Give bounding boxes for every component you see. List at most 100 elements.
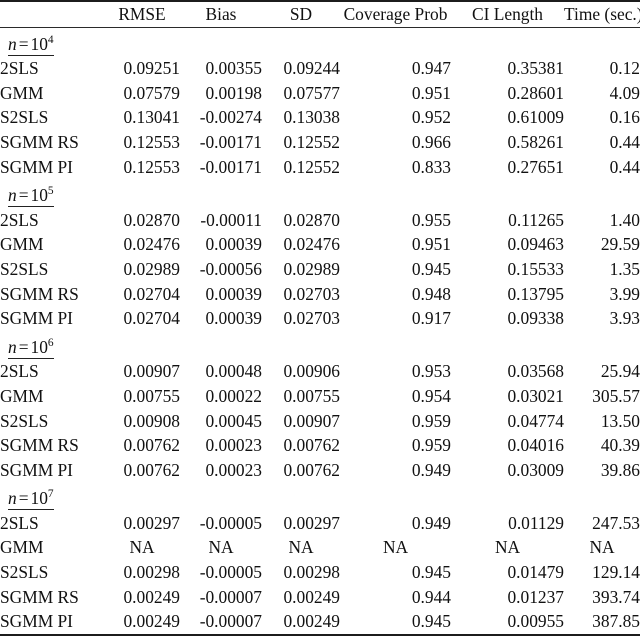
table-row: SGMM PI 0.02704 0.00039 0.02703 0.917 0.09338… <box>0 306 640 331</box>
cell-cov: 0.945 <box>411 611 451 632</box>
cell-cov: 0.947 <box>411 58 451 79</box>
cell-cov: 0.959 <box>411 410 451 431</box>
column-header-method <box>0 2 104 27</box>
cell-sd: 0.00762 <box>283 435 340 456</box>
column-header-coverage-prob: Coverage Prob <box>343 4 448 24</box>
table-row: 2SLS 0.09251 0.00355 0.09244 0.947 0.35381 0.1… <box>0 56 640 81</box>
cell-bias: -0.00005 <box>199 512 262 533</box>
table-row: SGMM PI 0.12553 -0.00171 0.12552 0.833 0.2765… <box>0 155 640 180</box>
equals-sign: = <box>18 488 29 509</box>
column-header-sd: SD <box>289 4 313 24</box>
cell-ci: NA <box>494 537 521 558</box>
row-label-method: SGMM PI <box>0 611 73 632</box>
cell-time: 0.12 <box>609 58 640 79</box>
table-row: GMM 0.00755 0.00022 0.00755 0.954 0.03021 305.… <box>0 384 640 409</box>
row-label-method: SGMM RS <box>0 283 79 304</box>
cell-rmse: 0.02704 <box>123 308 180 329</box>
sample-size-symbol: n <box>8 33 17 54</box>
row-label-method: S2SLS <box>0 562 49 583</box>
table-body: n = 104 2SLS 0.09251 0.00355 0.09244 0.947 0.353… <box>0 28 640 635</box>
cell-sd: 0.07577 <box>283 82 340 103</box>
table-row: SGMM PI 0.00762 0.00023 0.00762 0.949 0.03009… <box>0 458 640 483</box>
cell-time: 1.35 <box>609 258 640 279</box>
cell-time: 305.57 <box>592 385 640 406</box>
cell-sd: 0.02703 <box>283 308 340 329</box>
cell-bias: -0.00056 <box>199 258 262 279</box>
cell-ci: 0.11265 <box>508 209 564 230</box>
row-label-method: SGMM RS <box>0 586 79 607</box>
cell-bias: 0.00023 <box>205 459 262 480</box>
cell-ci: 0.13795 <box>507 283 564 304</box>
simulation-results-table-container: RMSE Bias SD Coverage Prob CI Length Tim… <box>0 0 640 636</box>
table-row: S2SLS 0.00908 0.00045 0.00907 0.959 0.04774 13… <box>0 409 640 434</box>
cell-bias: -0.00274 <box>199 107 262 128</box>
cell-ci: 0.04774 <box>507 410 564 431</box>
cell-rmse: 0.00298 <box>123 562 180 583</box>
cell-cov: 0.952 <box>411 107 451 128</box>
sample-size-label: n = 106 <box>8 336 54 359</box>
cell-sd: 0.00907 <box>283 410 340 431</box>
cell-cov: NA <box>382 537 409 558</box>
cell-ci: 0.61009 <box>507 107 564 128</box>
table-row: SGMM RS 0.00249 -0.00007 0.00249 0.944 0.0123… <box>0 585 640 610</box>
sample-size-label: n = 107 <box>8 488 54 511</box>
section-header-row: n = 105 <box>0 179 640 208</box>
cell-bias: 0.00048 <box>205 361 262 382</box>
row-label-method: SGMM RS <box>0 435 79 456</box>
table-row: GMM NA NA NA NA NA NA <box>0 535 640 560</box>
cell-ci: 0.58261 <box>507 131 564 152</box>
table-row: SGMM PI 0.00249 -0.00007 0.00249 0.945 0.0095… <box>0 609 640 635</box>
cell-rmse: 0.00249 <box>123 586 180 607</box>
cell-time: 0.44 <box>609 131 640 152</box>
row-label-method: GMM <box>0 537 44 558</box>
table-row: SGMM RS 0.12553 -0.00171 0.12552 0.966 0.5826… <box>0 130 640 155</box>
cell-rmse: 0.00249 <box>123 611 180 632</box>
cell-ci: 0.04016 <box>507 435 564 456</box>
section-header-cell: n = 106 <box>0 331 640 360</box>
column-header-time: Time (sec.) <box>564 4 640 24</box>
cell-rmse: 0.02870 <box>123 209 180 230</box>
cell-sd: 0.00906 <box>283 361 340 382</box>
section-header-cell: n = 104 <box>0 28 640 57</box>
table-row: SGMM RS 0.00762 0.00023 0.00762 0.959 0.04016… <box>0 433 640 458</box>
cell-sd: 0.02476 <box>283 234 340 255</box>
cell-rmse: 0.00762 <box>123 435 180 456</box>
cell-time: 1.40 <box>609 209 640 230</box>
cell-time: 3.93 <box>609 308 640 329</box>
cell-bias: 0.00022 <box>205 385 262 406</box>
cell-bias: NA <box>208 537 234 558</box>
section-header-row: n = 104 <box>0 28 640 57</box>
cell-ci: 0.03568 <box>507 361 564 382</box>
row-label-method: 2SLS <box>0 209 39 230</box>
row-label-method: S2SLS <box>0 258 49 279</box>
cell-rmse: 0.12553 <box>123 131 180 152</box>
cell-time: 4.09 <box>609 82 640 103</box>
equals-sign: = <box>18 336 29 357</box>
cell-bias: 0.00045 <box>205 410 262 431</box>
row-label-method: SGMM PI <box>0 156 73 177</box>
cell-sd: 0.09244 <box>283 58 340 79</box>
section-header-row: n = 107 <box>0 482 640 511</box>
cell-sd: 0.02989 <box>283 258 340 279</box>
cell-time: 25.94 <box>600 361 640 382</box>
cell-bias: 0.00023 <box>205 435 262 456</box>
table-row: SGMM RS 0.02704 0.00039 0.02703 0.948 0.13795… <box>0 282 640 307</box>
table-row: GMM 0.02476 0.00039 0.02476 0.951 0.09463 29.5… <box>0 232 640 257</box>
cell-bias: 0.00198 <box>205 82 262 103</box>
cell-ci: 0.03009 <box>507 459 564 480</box>
cell-ci: 0.35381 <box>507 58 564 79</box>
cell-cov: 0.917 <box>411 308 451 329</box>
cell-sd: 0.00298 <box>283 562 340 583</box>
cell-ci: 0.28601 <box>507 82 564 103</box>
sample-size-base: 10 <box>30 488 48 509</box>
cell-rmse: 0.00908 <box>123 410 180 431</box>
row-label-method: S2SLS <box>0 410 49 431</box>
cell-cov: 0.948 <box>411 283 451 304</box>
sample-size-label: n = 104 <box>8 33 54 56</box>
cell-time: 40.39 <box>600 435 640 456</box>
cell-sd: 0.12552 <box>283 131 340 152</box>
cell-cov: 0.951 <box>411 82 451 103</box>
equals-sign: = <box>18 33 29 54</box>
section-header-row: n = 106 <box>0 331 640 360</box>
table-row: GMM 0.07579 0.00198 0.07577 0.951 0.28601 4.09 <box>0 81 640 106</box>
